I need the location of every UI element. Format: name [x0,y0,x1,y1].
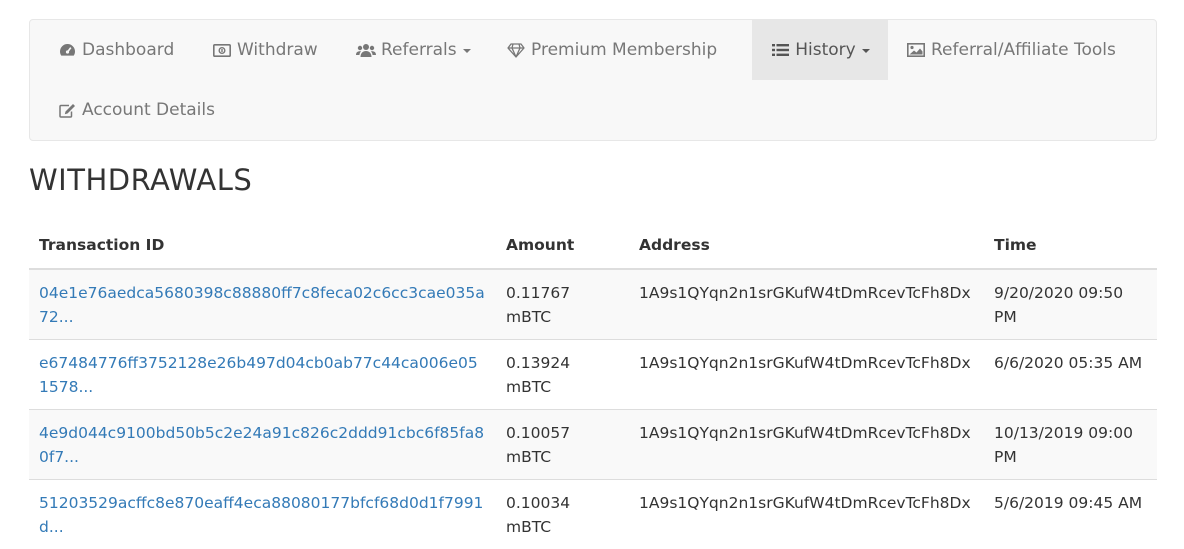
nav-label: Referrals [381,40,457,60]
transaction-link[interactable]: 04e1e76aedca5680398c88880ff7c8feca02c6cc… [39,284,485,326]
money-icon [212,42,232,58]
diamond-icon [506,42,526,58]
nav-referral-affiliate-tools[interactable]: Referral/Affiliate Tools [906,20,1146,80]
cell-transaction-id: 04e1e76aedca5680398c88880ff7c8feca02c6cc… [29,269,496,340]
cell-address: 1A9s1QYqn2n1srGKufW4tDmRcevTcFh8Dx [629,410,984,480]
nav-withdraw[interactable]: Withdraw [212,20,362,80]
cell-transaction-id: 51203529acffc8e870eaff4eca88080177bfcf68… [29,480,496,549]
image-icon [906,42,926,58]
nav-label: Premium Membership [531,40,717,60]
table-row: 4e9d044c9100bd50b5c2e24a91c826c2ddd91cbc… [29,410,1157,480]
table-row: 04e1e76aedca5680398c88880ff7c8feca02c6cc… [29,269,1157,340]
chevron-down-icon [463,49,471,53]
table-row: e67484776ff3752128e26b497d04cb0ab77c44ca… [29,340,1157,410]
cell-address: 1A9s1QYqn2n1srGKufW4tDmRcevTcFh8Dx [629,269,984,340]
transaction-link[interactable]: e67484776ff3752128e26b497d04cb0ab77c44ca… [39,354,478,396]
nav-history[interactable]: History [752,20,888,80]
nav-dashboard[interactable]: Dashboard [57,20,227,80]
cell-transaction-id: 4e9d044c9100bd50b5c2e24a91c826c2ddd91cbc… [29,410,496,480]
cell-amount: 0.13924 mBTC [496,340,629,410]
main-navbar: Dashboard Withdraw Referrals Premium Mem… [29,19,1157,141]
withdrawals-table: Transaction ID Amount Address Time 04e1e… [29,222,1157,549]
transaction-link[interactable]: 4e9d044c9100bd50b5c2e24a91c826c2ddd91cbc… [39,424,484,466]
column-header-address: Address [629,222,984,269]
nav-label: Referral/Affiliate Tools [931,40,1116,60]
table-row: 51203529acffc8e870eaff4eca88080177bfcf68… [29,480,1157,549]
users-icon [356,42,376,58]
nav-label: Dashboard [82,40,174,60]
column-header-time: Time [984,222,1157,269]
cell-amount: 0.11767 mBTC [496,269,629,340]
nav-label: Account Details [82,100,215,120]
cell-time: 10/13/2019 09:00 PM [984,410,1157,480]
edit-icon [57,102,77,118]
chevron-down-icon [862,49,870,53]
nav-account-details[interactable]: Account Details [57,80,277,140]
cell-time: 9/20/2020 09:50 PM [984,269,1157,340]
cell-time: 5/6/2019 09:45 AM [984,480,1157,549]
cell-amount: 0.10034 mBTC [496,480,629,549]
list-icon [770,42,790,58]
transaction-link[interactable]: 51203529acffc8e870eaff4eca88080177bfcf68… [39,494,483,536]
cell-address: 1A9s1QYqn2n1srGKufW4tDmRcevTcFh8Dx [629,480,984,549]
cell-amount: 0.10057 mBTC [496,410,629,480]
dashboard-icon [57,42,77,58]
cell-time: 6/6/2020 05:35 AM [984,340,1157,410]
nav-label: Withdraw [237,40,318,60]
page-title: WITHDRAWALS [29,163,252,197]
nav-premium-membership[interactable]: Premium Membership [506,20,746,80]
nav-label: History [795,40,855,60]
table-header-row: Transaction ID Amount Address Time [29,222,1157,269]
cell-transaction-id: e67484776ff3752128e26b497d04cb0ab77c44ca… [29,340,496,410]
nav-referrals[interactable]: Referrals [356,20,516,80]
cell-address: 1A9s1QYqn2n1srGKufW4tDmRcevTcFh8Dx [629,340,984,410]
column-header-transaction-id: Transaction ID [29,222,496,269]
column-header-amount: Amount [496,222,629,269]
